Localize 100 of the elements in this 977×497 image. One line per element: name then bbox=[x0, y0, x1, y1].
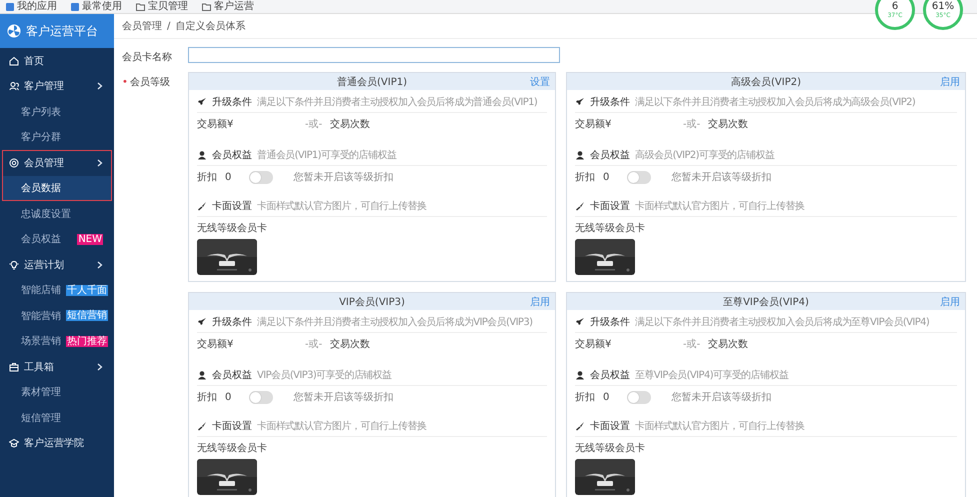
card-title: 至尊VIP会员(VIP4) bbox=[723, 296, 809, 308]
section-description: 满足以下条件并且消费者主动授权加入会员后将成为普通会员(VIP1) bbox=[257, 96, 538, 109]
field-label: 交易额¥ bbox=[197, 118, 234, 131]
menu-badge: 千人千面 bbox=[66, 284, 108, 296]
card-name-input[interactable] bbox=[188, 47, 560, 63]
card-title: VIP会员(VIP3) bbox=[339, 296, 405, 308]
field-label: 交易额¥ bbox=[575, 338, 612, 351]
field-label: 折扣 bbox=[197, 170, 217, 184]
field-label: 折扣 bbox=[575, 170, 595, 184]
field-label: 折扣 bbox=[575, 390, 595, 404]
card-title: 普通会员(VIP1) bbox=[337, 76, 407, 88]
section-label: 卡面设置 bbox=[590, 200, 630, 213]
card-name: 无线等级会员卡 bbox=[197, 222, 267, 235]
card-title: 高级会员(VIP2) bbox=[731, 76, 801, 88]
section-description: 卡面样式默认官方图片，可自行上传替换 bbox=[635, 200, 804, 213]
section-label: 会员权益 bbox=[590, 148, 630, 162]
folder-icon bbox=[136, 2, 145, 10]
submenu-item[interactable]: 智能营销 短信营销 bbox=[2, 303, 112, 328]
submenu-item[interactable]: 场景营销 热门推荐 bbox=[2, 328, 112, 354]
brush-icon bbox=[197, 201, 207, 211]
submenu-item[interactable]: 会员数据 bbox=[2, 176, 112, 201]
menu-item[interactable]: 客户管理 bbox=[2, 74, 112, 99]
card-name: 无线等级会员卡 bbox=[575, 442, 645, 455]
section-label: 会员权益 bbox=[212, 148, 252, 162]
section-label: 升级条件 bbox=[590, 96, 630, 109]
section-description: 至尊VIP会员(VIP4)可享受的店铺权益 bbox=[635, 368, 788, 382]
gauge-value: 6 bbox=[892, 2, 898, 12]
person-icon bbox=[197, 370, 207, 380]
breadcrumb-separator: / bbox=[167, 20, 170, 32]
menu-item[interactable]: 工具箱 bbox=[2, 354, 112, 380]
submenu-item[interactable]: 智能店铺 千人千面 bbox=[2, 278, 112, 303]
logo-icon bbox=[7, 24, 21, 38]
person-icon bbox=[197, 150, 207, 160]
home-icon bbox=[9, 56, 19, 66]
section-label: 卡面设置 bbox=[212, 420, 252, 433]
menu-badge: 短信营销 bbox=[66, 310, 108, 322]
menu-item[interactable]: 首页 bbox=[2, 48, 112, 74]
discount-value: 0 bbox=[603, 172, 610, 182]
breadcrumb-item[interactable]: 自定义会员体系 bbox=[175, 19, 246, 33]
person-icon bbox=[575, 370, 585, 380]
discount-value: 0 bbox=[603, 392, 610, 402]
section-label: 升级条件 bbox=[212, 96, 252, 109]
field-label: • 会员等级 bbox=[122, 76, 171, 90]
discount-toggle[interactable] bbox=[249, 390, 274, 404]
discount-toggle[interactable] bbox=[627, 170, 652, 184]
menu-item[interactable]: 运营计划 bbox=[2, 252, 112, 278]
field-label: 交易额¥ bbox=[197, 338, 234, 351]
field-label: 会员卡名称 bbox=[122, 50, 173, 64]
card-name: 无线等级会员卡 bbox=[575, 222, 645, 235]
section-label: 会员权益 bbox=[590, 368, 630, 382]
card-name: 无线等级会员卡 bbox=[197, 442, 267, 455]
section-description: VIP会员(VIP3)可享受的店铺权益 bbox=[257, 368, 392, 382]
or-separator: -或- bbox=[305, 118, 322, 131]
or-separator: -或- bbox=[305, 338, 322, 351]
bookmark[interactable]: 最常使用 bbox=[71, 0, 122, 12]
bookmark[interactable]: 我的应用 bbox=[6, 0, 57, 12]
or-separator: -或- bbox=[683, 338, 700, 351]
submenu-item[interactable]: 素材管理 bbox=[2, 380, 112, 405]
brush-icon bbox=[197, 421, 207, 431]
app-icon bbox=[71, 2, 79, 10]
field-label: 折扣 bbox=[197, 390, 217, 404]
discount-toggle[interactable] bbox=[249, 170, 274, 184]
school-icon bbox=[9, 438, 19, 448]
section-label: 会员权益 bbox=[212, 368, 252, 382]
section-label: 卡面设置 bbox=[212, 200, 252, 213]
section-description: 卡面样式默认官方图片，可自行上传替换 bbox=[257, 200, 426, 213]
users-icon bbox=[9, 81, 19, 92]
section-label: 卡面设置 bbox=[590, 420, 630, 433]
rocket-icon bbox=[197, 317, 207, 327]
discount-toggle[interactable] bbox=[627, 390, 652, 404]
hint-text: 您暂未开启该等级折扣 bbox=[671, 170, 772, 184]
menu-item[interactable]: 客户运营学院 bbox=[2, 430, 112, 456]
menu-badge: NEW bbox=[77, 234, 103, 245]
breadcrumb-item[interactable]: 会员管理 bbox=[122, 19, 162, 33]
bookmark[interactable]: 客户运营 bbox=[202, 0, 254, 12]
lightbulb-icon bbox=[9, 260, 19, 270]
submenu-item[interactable]: 短信管理 bbox=[2, 405, 112, 430]
brush-icon bbox=[575, 201, 585, 211]
rocket-icon bbox=[575, 97, 585, 107]
menu-badge: 热门推荐 bbox=[66, 336, 108, 347]
folder-icon bbox=[202, 2, 211, 10]
section-label: 升级条件 bbox=[590, 316, 630, 329]
section-description: 满足以下条件并且消费者主动授权加入会员后将成为高级会员(VIP2) bbox=[635, 96, 916, 109]
discount-value: 0 bbox=[225, 392, 232, 402]
section-label: 升级条件 bbox=[212, 316, 252, 329]
submenu-item[interactable]: 忠诚度设置 bbox=[2, 201, 112, 226]
submenu-item[interactable]: 客户列表 bbox=[2, 99, 112, 124]
hint-text: 您暂未开启该等级折扣 bbox=[293, 170, 394, 184]
gauge-value: 61% bbox=[932, 2, 954, 12]
field-label: 交易额¥ bbox=[575, 118, 612, 131]
bookmark[interactable]: 宝贝管理 bbox=[136, 0, 188, 12]
section-description: 普通会员(VIP1)可享受的店铺权益 bbox=[257, 148, 396, 162]
submenu-item[interactable]: 会员权益 NEW bbox=[2, 226, 112, 252]
field-label: 交易次数 bbox=[330, 118, 370, 131]
section-description: 高级会员(VIP2)可享受的店铺权益 bbox=[635, 148, 774, 162]
field-label: 交易次数 bbox=[708, 118, 748, 131]
brush-icon bbox=[575, 421, 585, 431]
section-description: 满足以下条件并且消费者主动授权加入会员后将成为至尊VIP会员(VIP4) bbox=[635, 316, 930, 329]
submenu-item[interactable]: 客户分群 bbox=[2, 124, 112, 150]
field-label: 交易次数 bbox=[330, 338, 370, 351]
